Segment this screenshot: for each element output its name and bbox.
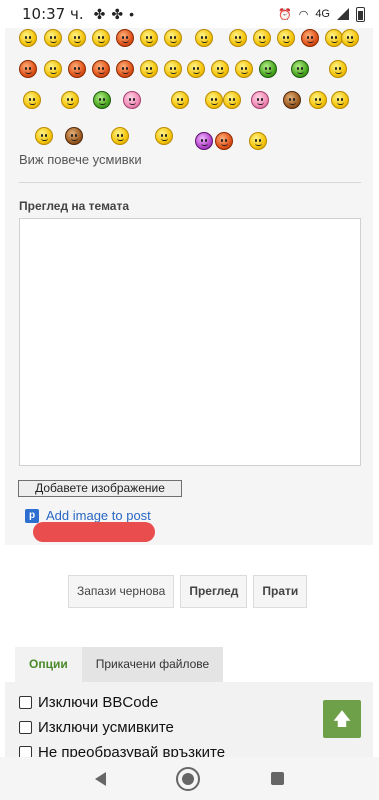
fan-icon: ✤ bbox=[111, 5, 124, 22]
smiley-icon[interactable] bbox=[164, 29, 182, 47]
smiley-icon[interactable] bbox=[44, 60, 62, 78]
battery-icon bbox=[356, 6, 365, 22]
divider bbox=[19, 182, 361, 183]
submit-buttons: Запази чернова Преглед Прати bbox=[68, 575, 308, 608]
disable-bbcode-label: Изключи BBCode bbox=[38, 694, 159, 711]
add-image-button[interactable]: Добавете изображение bbox=[18, 480, 182, 497]
submit-button[interactable]: Прати bbox=[253, 575, 308, 608]
options-tabs: Опции Прикачени файлове bbox=[15, 647, 224, 682]
smiley-icon[interactable] bbox=[92, 60, 110, 78]
scroll-to-top-button[interactable]: 🡅 bbox=[323, 700, 361, 738]
clock: 10:37 ч. bbox=[22, 5, 84, 23]
smiley-icon[interactable] bbox=[68, 29, 86, 47]
recent-apps-icon[interactable] bbox=[270, 772, 284, 785]
smiley-icon[interactable] bbox=[329, 60, 347, 78]
dot-icon: • bbox=[129, 6, 135, 22]
smiley-icon[interactable] bbox=[253, 29, 271, 47]
smiley-icon[interactable] bbox=[93, 91, 111, 109]
smiley-icon[interactable] bbox=[116, 60, 134, 78]
status-bar: 10:37 ч. ✤ ✤ • ⏰ ◠ 4G bbox=[0, 0, 379, 28]
postimage-icon: p bbox=[25, 508, 39, 523]
home-icon[interactable] bbox=[176, 766, 201, 791]
smiley-icon[interactable] bbox=[235, 60, 253, 78]
back-icon[interactable] bbox=[95, 771, 107, 786]
tab-attachments[interactable]: Прикачени файлове bbox=[81, 647, 224, 682]
smiley-icon[interactable] bbox=[283, 91, 301, 109]
smiley-icon[interactable] bbox=[251, 91, 269, 109]
smiley-icon[interactable] bbox=[249, 132, 267, 150]
smiley-icon[interactable] bbox=[259, 60, 277, 78]
smiley-icon[interactable] bbox=[171, 91, 189, 109]
post-panel: Виж повече усмивки Преглед на темата Доб… bbox=[5, 20, 373, 545]
smiley-icon[interactable] bbox=[68, 60, 86, 78]
smiley-icon[interactable] bbox=[309, 91, 327, 109]
smiley-icon[interactable] bbox=[23, 91, 41, 109]
smiley-icon[interactable] bbox=[155, 127, 173, 145]
system-icons: ⏰ ◠ 4G bbox=[278, 6, 365, 22]
smiley-icon[interactable] bbox=[65, 127, 83, 145]
smiley-icon[interactable] bbox=[187, 60, 205, 78]
smiley-icon[interactable] bbox=[44, 29, 62, 47]
smiley-icon[interactable] bbox=[19, 29, 37, 47]
smiley-icon[interactable] bbox=[92, 29, 110, 47]
disable-smilies-label: Изключи усмивките bbox=[38, 719, 174, 736]
topic-preview-box bbox=[19, 218, 361, 466]
smiley-icon[interactable] bbox=[341, 29, 359, 47]
disable-bbcode-option[interactable]: Изключи BBCode bbox=[19, 694, 158, 711]
navigation-bar bbox=[0, 757, 379, 800]
redaction-mark bbox=[33, 522, 155, 542]
smiley-icon[interactable] bbox=[116, 29, 134, 47]
smiley-icon[interactable] bbox=[229, 29, 247, 47]
notification-icons: ✤ ✤ • bbox=[94, 6, 134, 23]
smiley-icon[interactable] bbox=[223, 91, 241, 109]
fan-icon: ✤ bbox=[93, 5, 106, 22]
alarm-icon: ⏰ bbox=[278, 8, 292, 21]
disable-smilies-option[interactable]: Изключи усмивките bbox=[19, 719, 174, 736]
more-smilies-link[interactable]: Виж повече усмивки bbox=[19, 152, 142, 167]
signal-icon bbox=[337, 8, 349, 20]
smiley-icon[interactable] bbox=[331, 91, 349, 109]
arrow-up-icon: 🡅 bbox=[332, 709, 352, 729]
smiley-icon[interactable] bbox=[140, 29, 158, 47]
postimage-link-label: Add image to post bbox=[46, 508, 151, 523]
postimage-link[interactable]: p Add image to post bbox=[25, 508, 151, 523]
preview-button[interactable]: Преглед bbox=[180, 575, 248, 608]
smiley-icon[interactable] bbox=[19, 60, 37, 78]
smiley-icon[interactable] bbox=[164, 60, 182, 78]
smiley-icon[interactable] bbox=[211, 60, 229, 78]
smiley-icon[interactable] bbox=[140, 60, 158, 78]
smiley-icon[interactable] bbox=[205, 91, 223, 109]
smiley-icon[interactable] bbox=[35, 127, 53, 145]
smiley-icon[interactable] bbox=[277, 29, 295, 47]
wifi-icon: ◠ bbox=[298, 8, 309, 21]
smiley-icon[interactable] bbox=[301, 29, 319, 47]
smiley-icon[interactable] bbox=[215, 132, 233, 150]
smiley-icon[interactable] bbox=[195, 29, 213, 47]
options-panel: Изключи BBCode Изключи усмивките Не прео… bbox=[5, 682, 373, 762]
topic-preview-heading: Преглед на темата bbox=[19, 199, 130, 213]
smiley-icon[interactable] bbox=[291, 60, 309, 78]
smiley-icon[interactable] bbox=[123, 91, 141, 109]
network-label: 4G bbox=[315, 8, 330, 20]
save-draft-button[interactable]: Запази чернова bbox=[68, 575, 175, 608]
smiley-icon[interactable] bbox=[195, 132, 213, 150]
tab-options[interactable]: Опции bbox=[15, 647, 82, 682]
disable-smilies-checkbox[interactable] bbox=[19, 721, 32, 734]
smiley-icon[interactable] bbox=[61, 91, 79, 109]
disable-bbcode-checkbox[interactable] bbox=[19, 696, 32, 709]
smiley-icon[interactable] bbox=[111, 127, 129, 145]
